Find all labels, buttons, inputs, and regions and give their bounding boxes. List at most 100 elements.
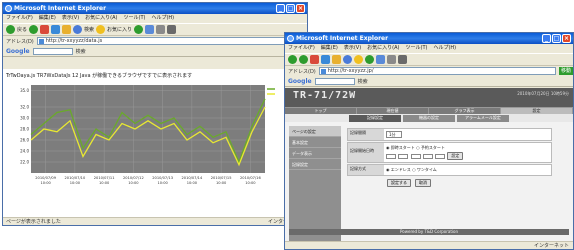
stop-icon[interactable] — [40, 25, 50, 34]
form-row-mode: 記録方式 ◉ エンドレス ○ ワンタイム — [347, 164, 552, 176]
print-icon[interactable] — [167, 25, 177, 34]
address-input[interactable]: http://tr-xxyyzz.jp/ — [318, 67, 556, 75]
page-text: TrTwDaya.js TR7WxDataJs 12 Java が稼働できるブラ… — [6, 73, 193, 79]
back-icon[interactable] — [288, 55, 297, 64]
nav-graph[interactable]: グラフ表示 — [429, 108, 501, 114]
forward-icon[interactable] — [29, 25, 39, 34]
google-search-input[interactable] — [314, 77, 355, 85]
month-input[interactable] — [398, 153, 409, 159]
y-tick-label: 22.0 — [20, 160, 29, 165]
year-input[interactable] — [386, 153, 396, 159]
address-label: アドレス(D) — [6, 38, 34, 45]
hour-input[interactable] — [422, 153, 433, 159]
google-search-button[interactable]: 検索 — [76, 48, 86, 55]
tab-device-settings[interactable]: 機器の設定 — [403, 115, 455, 122]
x-tick-label: 2010/07/11 — [94, 176, 115, 180]
sidebar-item-data[interactable]: データ表示 — [289, 148, 341, 159]
nav-current[interactable]: 現在値 — [357, 108, 429, 114]
tab-alarm-mail[interactable]: アラームメール設定 — [457, 115, 509, 122]
radio-endless-label: エンドレス — [390, 167, 411, 172]
google-toolbar: Google 検索 — [3, 46, 307, 57]
google-search-input[interactable] — [32, 47, 73, 55]
search-icon[interactable] — [73, 25, 83, 34]
mail-icon[interactable] — [387, 55, 396, 64]
set-time-button[interactable]: 設定 — [447, 152, 464, 160]
reset-button[interactable]: 取消 — [415, 179, 431, 187]
menu-view[interactable]: 表示(V) — [62, 14, 79, 23]
menu-view[interactable]: 表示(V) — [344, 44, 361, 53]
close-button[interactable]: × — [562, 34, 571, 43]
main-nav: トップ 現在値 グラフ表示 設定 — [285, 107, 573, 114]
submit-button[interactable]: 設定する — [387, 179, 411, 187]
back-icon[interactable] — [6, 25, 15, 34]
menu-help[interactable]: ヘルプ(H) — [433, 44, 456, 53]
media-icon[interactable] — [134, 25, 144, 34]
nav-top[interactable]: トップ — [285, 108, 357, 114]
radio-onetime-label: ワンタイム — [416, 167, 437, 172]
sidebar-item-page[interactable]: ページの設定 — [289, 126, 341, 137]
menu-favorites[interactable]: お気に入り(A) — [85, 14, 117, 23]
menu-edit[interactable]: 編集(E) — [321, 44, 338, 53]
y-tick-label: 26.0 — [20, 138, 29, 143]
window-title: Microsoft Internet Explorer — [14, 5, 107, 12]
menu-edit[interactable]: 編集(E) — [39, 14, 56, 23]
form-row-start: 記録開始日時 ◉ 即時スタート ○ 予約スタート 設定 — [347, 142, 552, 163]
menu-file[interactable]: ファイル(F) — [6, 14, 33, 23]
history-icon[interactable] — [376, 55, 385, 64]
minimize-button[interactable]: _ — [542, 34, 551, 43]
menu-tools[interactable]: ツール(T) — [124, 14, 146, 23]
mail-icon[interactable] — [156, 25, 166, 34]
day-input[interactable] — [410, 153, 421, 159]
tab-record-settings[interactable]: 記録設定 — [349, 115, 401, 122]
maximize-button[interactable]: □ — [552, 34, 561, 43]
sidebar-item-record[interactable]: 記録設定 — [289, 159, 341, 170]
nav-settings[interactable]: 設定 — [501, 108, 573, 114]
x-tick-label: 2010/07/13 — [152, 176, 173, 180]
close-button[interactable]: × — [296, 4, 305, 13]
form-row-interval: 記録間隔 1分 — [347, 128, 552, 141]
favorites-icon[interactable] — [96, 25, 106, 34]
y-tick-label: 30.0 — [20, 116, 29, 121]
favorites-icon[interactable] — [354, 55, 363, 64]
menu-help[interactable]: ヘルプ(H) — [151, 14, 174, 23]
radio-immediate[interactable]: ◉ — [386, 145, 390, 150]
home-icon[interactable] — [332, 55, 341, 64]
search-icon[interactable] — [343, 55, 352, 64]
google-search-button[interactable]: 検索 — [358, 78, 368, 85]
app-title: TR-71/72W — [293, 90, 357, 101]
sidebar: ページの設定 基本設定 データ表示 記録設定 — [289, 126, 341, 246]
x-tick-label: 10:00 — [128, 181, 139, 185]
page-footer: Powered by T&D Corporation — [289, 229, 569, 235]
menu-tools[interactable]: ツール(T) — [406, 44, 428, 53]
minimize-button[interactable]: _ — [276, 4, 285, 13]
favorites-label[interactable]: お気に入り — [107, 26, 132, 33]
y-tick-label: 24.0 — [20, 149, 29, 154]
page-content: TrTwDaya.js TR7WxDataJs 12 Java が稼働できるブラ… — [3, 69, 307, 217]
refresh-icon[interactable] — [321, 55, 330, 64]
home-icon[interactable] — [62, 25, 72, 34]
radio-onetime[interactable]: ○ — [412, 167, 416, 172]
address-label: アドレス(D) — [288, 68, 316, 75]
go-button[interactable]: 移動 — [558, 67, 573, 75]
menu-favorites[interactable]: お気に入り(A) — [367, 44, 399, 53]
back-label[interactable]: 戻る — [17, 26, 27, 33]
address-input[interactable]: http://tr-xxyyzz/data.js — [36, 37, 290, 45]
minute-input[interactable] — [435, 153, 446, 159]
radio-endless[interactable]: ◉ — [386, 167, 390, 172]
x-tick-label: 2010/07/14 — [182, 176, 203, 180]
radio-scheduled[interactable]: ○ — [416, 145, 420, 150]
forward-icon[interactable] — [299, 55, 308, 64]
history-icon[interactable] — [145, 25, 155, 34]
maximize-button[interactable]: □ — [286, 4, 295, 13]
toolbar — [285, 53, 573, 66]
media-icon[interactable] — [365, 55, 374, 64]
x-tick-label: 10:00 — [245, 181, 256, 185]
interval-select[interactable]: 1分 — [386, 131, 402, 138]
stop-icon[interactable] — [310, 55, 319, 64]
menu-file[interactable]: ファイル(F) — [288, 44, 315, 53]
print-icon[interactable] — [398, 55, 407, 64]
search-label[interactable]: 検索 — [84, 26, 94, 33]
sidebar-item-basic[interactable]: 基本設定 — [289, 137, 341, 148]
refresh-icon[interactable] — [51, 25, 61, 34]
google-logo: Google — [288, 77, 312, 85]
